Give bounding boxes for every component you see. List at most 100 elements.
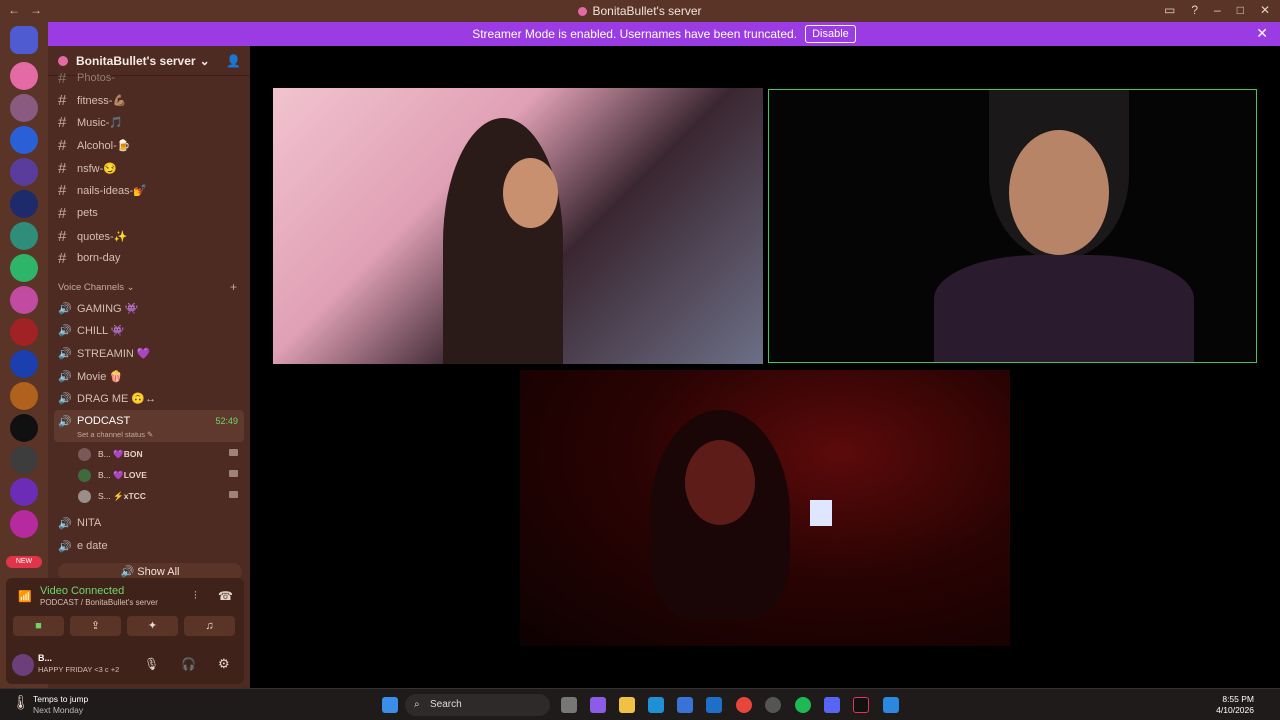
server-icon[interactable] — [10, 286, 38, 314]
activities-button[interactable]: ✦ — [127, 616, 178, 636]
server-icon[interactable] — [10, 254, 38, 282]
hash-icon: # — [58, 69, 67, 87]
video-tile-speaking[interactable] — [768, 89, 1257, 363]
maximize-button[interactable]: □ — [1237, 3, 1244, 17]
channel-quotes[interactable]: # quotes-✨ — [58, 226, 242, 246]
hash-icon: # — [58, 181, 67, 199]
clock-time[interactable]: 8:55 PM — [1222, 694, 1254, 704]
start-icon[interactable] — [382, 697, 398, 713]
tiktok-icon[interactable] — [853, 697, 869, 713]
speaker-icon: 🔊 — [58, 324, 72, 337]
channel-alcohol[interactable]: # Alcohol-🍺 — [58, 135, 242, 155]
disconnect-icon[interactable]: ☎ — [218, 589, 233, 603]
server-badge-icon — [58, 55, 68, 66]
task-view-icon[interactable] — [561, 697, 577, 713]
noise-suppression-icon[interactable]: ⫶ — [194, 590, 197, 603]
server-icon[interactable] — [10, 510, 38, 538]
spotify-icon[interactable] — [795, 697, 811, 713]
participant-face — [685, 440, 755, 525]
voice-channel-drag-me[interactable]: 🔊 DRAG ME 🙃↔ — [58, 388, 242, 408]
settings-gear-icon[interactable]: ⚙ — [218, 656, 230, 672]
connection-status[interactable]: Video Connected — [40, 585, 124, 597]
voice-channel-movie[interactable]: 🔊 Movie 🍿 — [58, 366, 242, 386]
channel-photos[interactable]: # Photos- — [58, 68, 242, 88]
headphones-icon[interactable]: 🎧 — [181, 657, 196, 671]
search-box[interactable]: ⌕ Search — [405, 694, 550, 716]
weather-text[interactable]: Temps to jump — [33, 694, 88, 704]
voice-channel-streamin[interactable]: 🔊 STREAMIN 💜 — [58, 343, 242, 363]
copilot-icon[interactable] — [590, 697, 606, 713]
speaker-icon: 🔊 — [58, 540, 72, 553]
voice-user[interactable]: B... 💜LOVE — [78, 465, 242, 485]
window-titlebar: ← → BonitaBullet's server ▭ ? – □ ✕ — [0, 0, 1280, 22]
server-icon[interactable] — [10, 414, 38, 442]
edge-icon[interactable] — [648, 697, 664, 713]
channel-born-day[interactable]: # born-day — [58, 248, 242, 268]
weather-subtext[interactable]: Next Monday — [33, 705, 83, 715]
invite-icon[interactable]: 👤 — [226, 54, 241, 68]
server-icon[interactable] — [10, 222, 38, 250]
voice-channel-gaming[interactable]: 🔊 GAMING 👾 — [58, 298, 242, 318]
server-icon[interactable] — [10, 158, 38, 186]
hash-icon: # — [58, 91, 67, 109]
channel-nails-ideas[interactable]: # nails-ideas-💅 — [58, 180, 242, 200]
help-icon[interactable]: ? — [1191, 3, 1198, 17]
voice-channel-nita[interactable]: 🔊 NITA — [58, 513, 242, 533]
voice-channel-podcast[interactable]: 🔊 PODCAST 52:49 — [58, 411, 242, 431]
voice-user[interactable]: B... 💜BON — [78, 444, 242, 464]
channel-nsfw[interactable]: # nsfw-😏 — [58, 158, 242, 178]
server-icon[interactable] — [10, 94, 38, 122]
camera-icon — [229, 491, 238, 498]
app-icon[interactable] — [765, 697, 781, 713]
channel-pets[interactable]: # pets — [58, 203, 242, 223]
weather-icon[interactable]: 🌡 — [12, 694, 30, 711]
voice-channel-e-date[interactable]: 🔊 e date — [58, 536, 242, 556]
server-icon[interactable] — [10, 382, 38, 410]
user-status: HAPPY FRIDAY <3 c +2 — [38, 665, 120, 674]
voice-user[interactable]: S... ⚡xTCC — [78, 486, 242, 506]
server-icon[interactable] — [10, 62, 38, 90]
mail-icon[interactable] — [706, 697, 722, 713]
chevron-down-icon: ⌄ — [199, 53, 210, 68]
channel-music[interactable]: # Music-🎵 — [58, 112, 242, 132]
server-icon[interactable] — [10, 478, 38, 506]
file-explorer-icon[interactable] — [619, 697, 635, 713]
server-dot-icon — [578, 7, 588, 16]
username[interactable]: B... — [38, 653, 52, 663]
add-channel-icon[interactable]: + — [230, 280, 237, 294]
server-icon[interactable] — [10, 318, 38, 346]
app-icon[interactable] — [883, 697, 899, 713]
video-tile[interactable] — [273, 88, 763, 364]
close-button[interactable]: ✕ — [1260, 3, 1270, 17]
camera-button[interactable]: ■ — [13, 616, 64, 636]
voice-category[interactable]: Voice Channels ⌄ + — [58, 280, 242, 294]
chrome-icon[interactable] — [736, 697, 752, 713]
channel-fitness[interactable]: # fitness-💪🏽 — [58, 90, 242, 110]
microphone-icon[interactable]: 🎙 — [144, 657, 159, 671]
video-tile[interactable] — [520, 370, 1010, 646]
soundboard-button[interactable]: ♫ — [184, 616, 235, 636]
hash-icon: # — [58, 204, 67, 222]
disable-button[interactable]: Disable — [805, 25, 856, 43]
participant-face — [1009, 130, 1109, 255]
connection-location[interactable]: PODCAST / BonitaBullet's server — [40, 598, 158, 607]
discord-home-icon[interactable] — [10, 26, 38, 54]
minimize-button[interactable]: – — [1214, 3, 1221, 17]
server-icon[interactable] — [10, 190, 38, 218]
server-icon[interactable] — [10, 446, 38, 474]
server-icon[interactable] — [10, 350, 38, 378]
streamer-mode-banner: Streamer Mode is enabled. Usernames have… — [48, 22, 1280, 46]
inbox-icon[interactable]: ▭ — [1164, 3, 1175, 17]
screenshare-button[interactable]: ⇪ — [70, 616, 121, 636]
banner-text: Streamer Mode is enabled. Usernames have… — [472, 27, 798, 41]
avatar[interactable] — [12, 654, 34, 676]
discord-icon[interactable] — [824, 697, 840, 713]
signal-icon: 📶 — [18, 591, 32, 603]
channel-status[interactable]: Set a channel status ✎ — [77, 430, 153, 439]
server-icon[interactable] — [10, 126, 38, 154]
voice-channel-chill[interactable]: 🔊 CHILL 👾 — [58, 320, 242, 340]
banner-close-icon[interactable]: ✕ — [1256, 25, 1268, 42]
clock-date[interactable]: 4/10/2026 — [1216, 705, 1254, 715]
participant-silhouette — [443, 118, 563, 364]
store-icon[interactable] — [677, 697, 693, 713]
